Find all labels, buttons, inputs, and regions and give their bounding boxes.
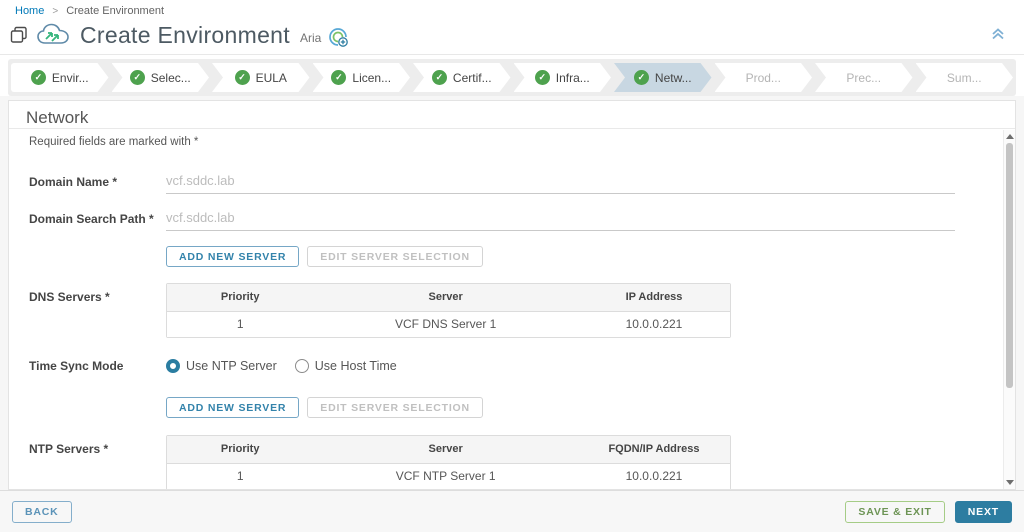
footer-right-buttons: SAVE & EXIT NEXT [845,501,1012,523]
check-icon: ✓ [31,70,46,85]
ntp-buttons-row: ADD NEW SERVER EDIT SERVER SELECTION [166,397,483,418]
radio-unselected-icon [295,359,309,373]
radio-use-host-time[interactable]: Use Host Time [295,359,397,373]
breadcrumb: Home > Create Environment [15,5,164,17]
step-label: Licen... [352,71,391,85]
dns-row-priority: 1 [167,311,313,337]
ntp-row-server: VCF NTP Server 1 [313,463,578,489]
dns-col-server: Server [313,284,578,311]
step-label: Envir... [52,71,89,85]
time-sync-label: Time Sync Mode [29,359,166,373]
step-network[interactable]: ✓ Netw... [614,63,712,92]
ntp-add-new-server-button[interactable]: ADD NEW SERVER [166,397,299,418]
step-label: EULA [256,71,287,85]
step-label: Prec... [846,71,881,85]
ntp-col-priority: Priority [167,436,313,463]
title-bar: Create Environment Aria [10,17,1014,53]
domain-search-path-row: Domain Search Path * [29,205,955,231]
check-icon: ✓ [432,70,447,85]
check-icon: ✓ [634,70,649,85]
step-summary: Sum... [916,63,1014,92]
aria-product-icon [327,26,349,48]
dns-servers-table: Priority Server IP Address 1 VCF DNS Ser… [166,283,731,338]
domain-search-path-label: Domain Search Path * [29,205,166,231]
check-icon: ✓ [535,70,550,85]
dns-table-header: Priority Server IP Address [167,284,730,311]
step-label: Prod... [746,71,781,85]
step-label: Netw... [655,71,692,85]
check-icon: ✓ [331,70,346,85]
scrollbar-thumb[interactable] [1006,143,1013,388]
step-label: Selec... [151,71,191,85]
radio-label: Use NTP Server [186,359,277,373]
dns-buttons-row: ADD NEW SERVER EDIT SERVER SELECTION [166,246,483,267]
dns-col-priority: Priority [167,284,313,311]
wizard-stepper: ✓ Envir... ✓ Selec... ✓ EULA ✓ Licen... … [8,59,1016,96]
step-eula[interactable]: ✓ EULA [212,63,310,92]
dns-row-ip: 10.0.0.221 [578,311,730,337]
step-infrastructure[interactable]: ✓ Infra... [514,63,612,92]
step-environment[interactable]: ✓ Envir... [11,63,109,92]
ntp-edit-server-selection-button[interactable]: EDIT SERVER SELECTION [307,397,483,418]
domain-name-input[interactable] [166,168,955,194]
domain-search-path-input[interactable] [166,205,955,231]
network-panel: Network Required fields are marked with … [8,100,1016,490]
wizard-footer: BACK SAVE & EXIT NEXT [0,490,1024,532]
dns-row-server: VCF DNS Server 1 [313,311,578,337]
next-button[interactable]: NEXT [955,501,1012,523]
dns-add-new-server-button[interactable]: ADD NEW SERVER [166,246,299,267]
header-divider [0,54,1024,55]
windows-stack-icon [10,26,28,44]
step-license[interactable]: ✓ Licen... [313,63,411,92]
ntp-col-fqdn: FQDN/IP Address [578,436,730,463]
required-fields-note: Required fields are marked with * [29,136,198,148]
ntp-servers-label: NTP Servers * [29,442,108,456]
page-subtitle: Aria [300,31,321,45]
collapse-header-button[interactable] [990,26,1006,45]
step-label: Certif... [453,71,492,85]
step-products: Prod... [715,63,813,92]
vertical-scrollbar[interactable] [1003,130,1015,489]
domain-name-label: Domain Name * [29,168,166,194]
step-label: Infra... [556,71,590,85]
dns-table-row[interactable]: 1 VCF DNS Server 1 10.0.0.221 [167,311,730,337]
radio-label: Use Host Time [315,359,397,373]
scroll-down-icon[interactable] [1006,480,1014,485]
network-form: Required fields are marked with * Domain… [9,130,1003,489]
back-button[interactable]: BACK [12,501,72,523]
ntp-col-server: Server [313,436,578,463]
cloud-sync-icon [36,22,70,48]
dns-edit-server-selection-button[interactable]: EDIT SERVER SELECTION [307,246,483,267]
time-sync-row: Time Sync Mode Use NTP Server Use Host T… [29,359,397,373]
breadcrumb-separator-icon: > [52,6,58,17]
domain-name-row: Domain Name * [29,168,955,194]
ntp-row-fqdn: 10.0.0.221 [578,463,730,489]
dns-col-ip: IP Address [578,284,730,311]
step-select[interactable]: ✓ Selec... [112,63,210,92]
scroll-up-icon[interactable] [1006,134,1014,139]
ntp-table-header: Priority Server FQDN/IP Address [167,436,730,463]
time-sync-options: Use NTP Server Use Host Time [166,359,397,373]
step-certificate[interactable]: ✓ Certif... [413,63,511,92]
dns-servers-label: DNS Servers * [29,290,110,304]
ntp-row-priority: 1 [167,463,313,489]
radio-use-ntp-server[interactable]: Use NTP Server [166,359,277,373]
step-label: Sum... [947,71,982,85]
step-precheck: Prec... [815,63,913,92]
breadcrumb-current: Create Environment [66,5,164,17]
breadcrumb-home-link[interactable]: Home [15,5,44,17]
ntp-table-row[interactable]: 1 VCF NTP Server 1 10.0.0.221 [167,463,730,489]
page-title: Create Environment [80,22,290,49]
check-icon: ✓ [235,70,250,85]
section-title: Network [9,101,1015,129]
double-chevron-up-icon [990,26,1006,42]
check-icon: ✓ [130,70,145,85]
ntp-servers-table: Priority Server FQDN/IP Address 1 VCF NT… [166,435,731,489]
save-and-exit-button[interactable]: SAVE & EXIT [845,501,944,523]
radio-selected-icon [166,359,180,373]
